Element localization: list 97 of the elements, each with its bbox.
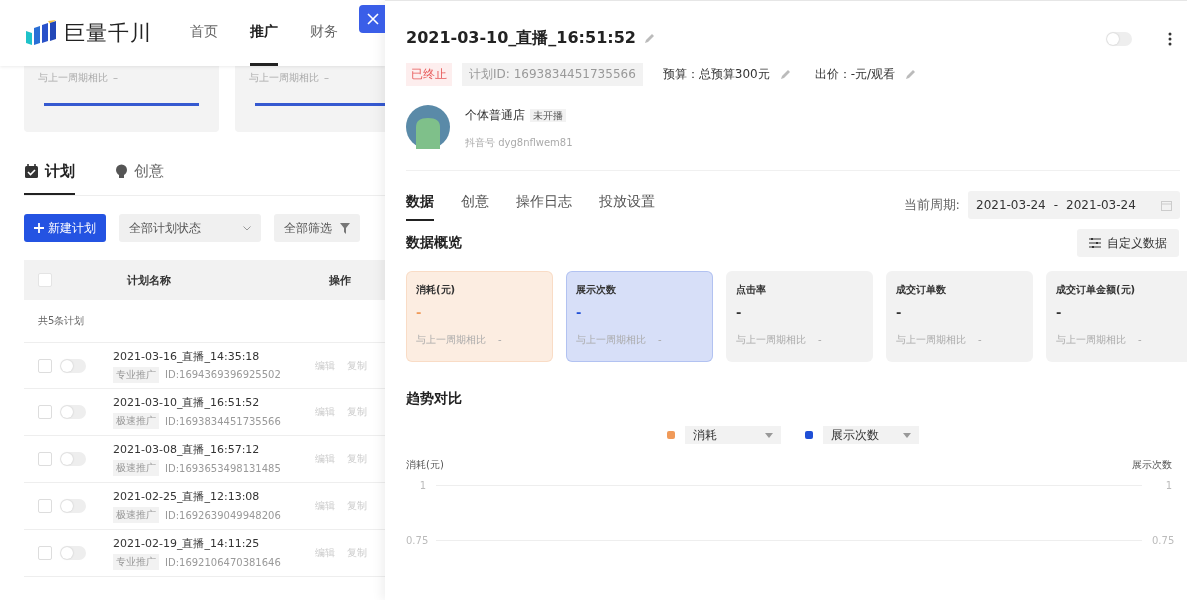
compare-value: - (658, 334, 662, 345)
plan-id-tag: 计划ID: 1693834451735566 (462, 63, 643, 86)
plan-toggle[interactable] (60, 358, 86, 373)
plan-toggle[interactable] (60, 452, 86, 466)
compare-value: - (978, 334, 982, 345)
row-checkbox[interactable] (38, 452, 52, 466)
plan-toggle[interactable] (1106, 31, 1132, 46)
filter-icon (340, 222, 350, 234)
detail-tab[interactable]: 数据 (406, 189, 434, 221)
plan-toggle[interactable] (60, 499, 86, 513)
axis-tick: 0.75 (406, 535, 426, 546)
edit-icon[interactable] (905, 69, 917, 80)
status-select[interactable]: 全部计划状态 (119, 214, 261, 242)
plan-type-tag: 专业推广 (113, 366, 159, 383)
logo-icon (24, 19, 58, 47)
metric-value: - (1056, 305, 1063, 320)
column-header: 计划名称 (127, 272, 172, 288)
chevron-down-icon (243, 225, 251, 231)
plan-toggle[interactable] (60, 405, 86, 419)
bulb-icon (115, 164, 128, 179)
plan-count: 共5条计划 (38, 314, 86, 328)
axis-tick: 1 (1164, 480, 1172, 491)
metric-label: 展示次数 (576, 283, 617, 297)
metric-value: - (896, 305, 903, 320)
axis-title: 展示次数 (1132, 458, 1172, 472)
axis-tick: 1 (418, 480, 426, 491)
calendar-icon (24, 164, 39, 179)
sliders-icon (1089, 238, 1101, 248)
caret-icon (765, 432, 773, 438)
metric-select[interactable]: 展示次数 (823, 426, 919, 444)
edit-icon[interactable] (779, 69, 791, 80)
metric-label: 消耗(元) (416, 283, 457, 297)
metric-label: 成交订单金额(元) (1056, 283, 1137, 297)
plan-type-tag: 极速推广 (113, 507, 159, 523)
section-title: 数据概览 (406, 234, 462, 252)
close-icon (366, 13, 379, 25)
compare-value: - (818, 334, 822, 345)
close-button[interactable] (359, 5, 385, 33)
live-status-tag: 未开播 (530, 109, 566, 122)
row-checkbox[interactable] (38, 358, 52, 373)
compare-value: – (324, 72, 330, 83)
plus-icon (34, 223, 44, 233)
filter-button[interactable]: 全部筛选 (274, 214, 360, 242)
plan-id: ID:1692639049948206 (165, 509, 281, 521)
metric-value: - (736, 305, 743, 320)
plan-type-tag: 极速推广 (113, 460, 159, 476)
bid-text: 出价：-元/观看 (814, 66, 896, 83)
plan-id: ID:1692106470381646 (165, 556, 281, 568)
compare-value: - (498, 334, 502, 345)
row-checkbox[interactable] (38, 499, 52, 513)
status-tag: 已终止 (406, 63, 452, 86)
plan-id: ID:1693653498131485 (165, 462, 281, 474)
plan-id: ID:1693834451735566 (165, 415, 281, 427)
plan-tab[interactable]: 创意 (115, 162, 164, 195)
plan-name: 2021-03-10_直播_16:51:52 (113, 395, 261, 410)
compare-value: – (113, 72, 119, 83)
metric-value: - (576, 305, 583, 320)
nav-item[interactable]: 首页 (190, 0, 218, 66)
more-icon[interactable] (1168, 31, 1172, 46)
caret-icon (903, 432, 911, 438)
row-checkbox[interactable] (38, 405, 52, 419)
section-title: 趋势对比 (406, 390, 463, 408)
edit-icon[interactable] (643, 33, 655, 44)
nav-item[interactable]: 财务 (310, 0, 338, 66)
metric-select[interactable]: 消耗 (685, 426, 781, 444)
detail-tab[interactable]: 创意 (461, 189, 489, 221)
account-handle: 抖音号 dyg8nflwem81 (465, 136, 573, 150)
compare-value: - (1138, 334, 1142, 345)
plan-tab[interactable]: 计划 (24, 162, 75, 195)
select-all-checkbox[interactable] (38, 273, 52, 287)
plan-name: 2021-03-08_直播_16:57:12 (113, 442, 261, 457)
metric-value: - (416, 305, 423, 320)
plan-name: 2021-02-25_直播_12:13:08 (113, 489, 261, 504)
row-checkbox[interactable] (38, 546, 52, 560)
avatar (406, 105, 450, 149)
account-name: 个体普通店 (465, 108, 525, 122)
plan-type-tag: 极速推广 (113, 413, 159, 429)
plan-name: 2021-03-16_直播_14:35:18 (113, 348, 261, 364)
date-range-field[interactable]: 2021-03-24 - 2021-03-24 (968, 191, 1180, 219)
plan-id: ID:1694369396925502 (165, 369, 281, 380)
calendar-icon (1161, 199, 1172, 211)
axis-title: 消耗(元) (406, 458, 444, 472)
metric-label: 成交订单数 (896, 283, 947, 297)
plan-title: 2021-03-10_直播_16:51:52 (406, 28, 636, 49)
plan-toggle[interactable] (60, 546, 86, 560)
period-label: 当前周期: (903, 196, 960, 214)
column-header: 操作 (329, 272, 351, 288)
plan-type-tag: 专业推广 (113, 554, 159, 570)
budget-text: 预算：总预算300元 (662, 66, 770, 83)
plan-name: 2021-02-19_直播_14:11:25 (113, 536, 261, 551)
customize-data-button[interactable]: 自定义数据 (1077, 229, 1179, 257)
metric-label: 点击率 (736, 283, 767, 297)
brand-name: 巨量千川 (64, 20, 152, 47)
axis-tick: 0.75 (1152, 535, 1172, 546)
new-plan-button[interactable]: 新建计划 (24, 214, 106, 242)
detail-tab[interactable]: 操作日志 (516, 189, 572, 221)
detail-tab[interactable]: 投放设置 (599, 189, 655, 221)
